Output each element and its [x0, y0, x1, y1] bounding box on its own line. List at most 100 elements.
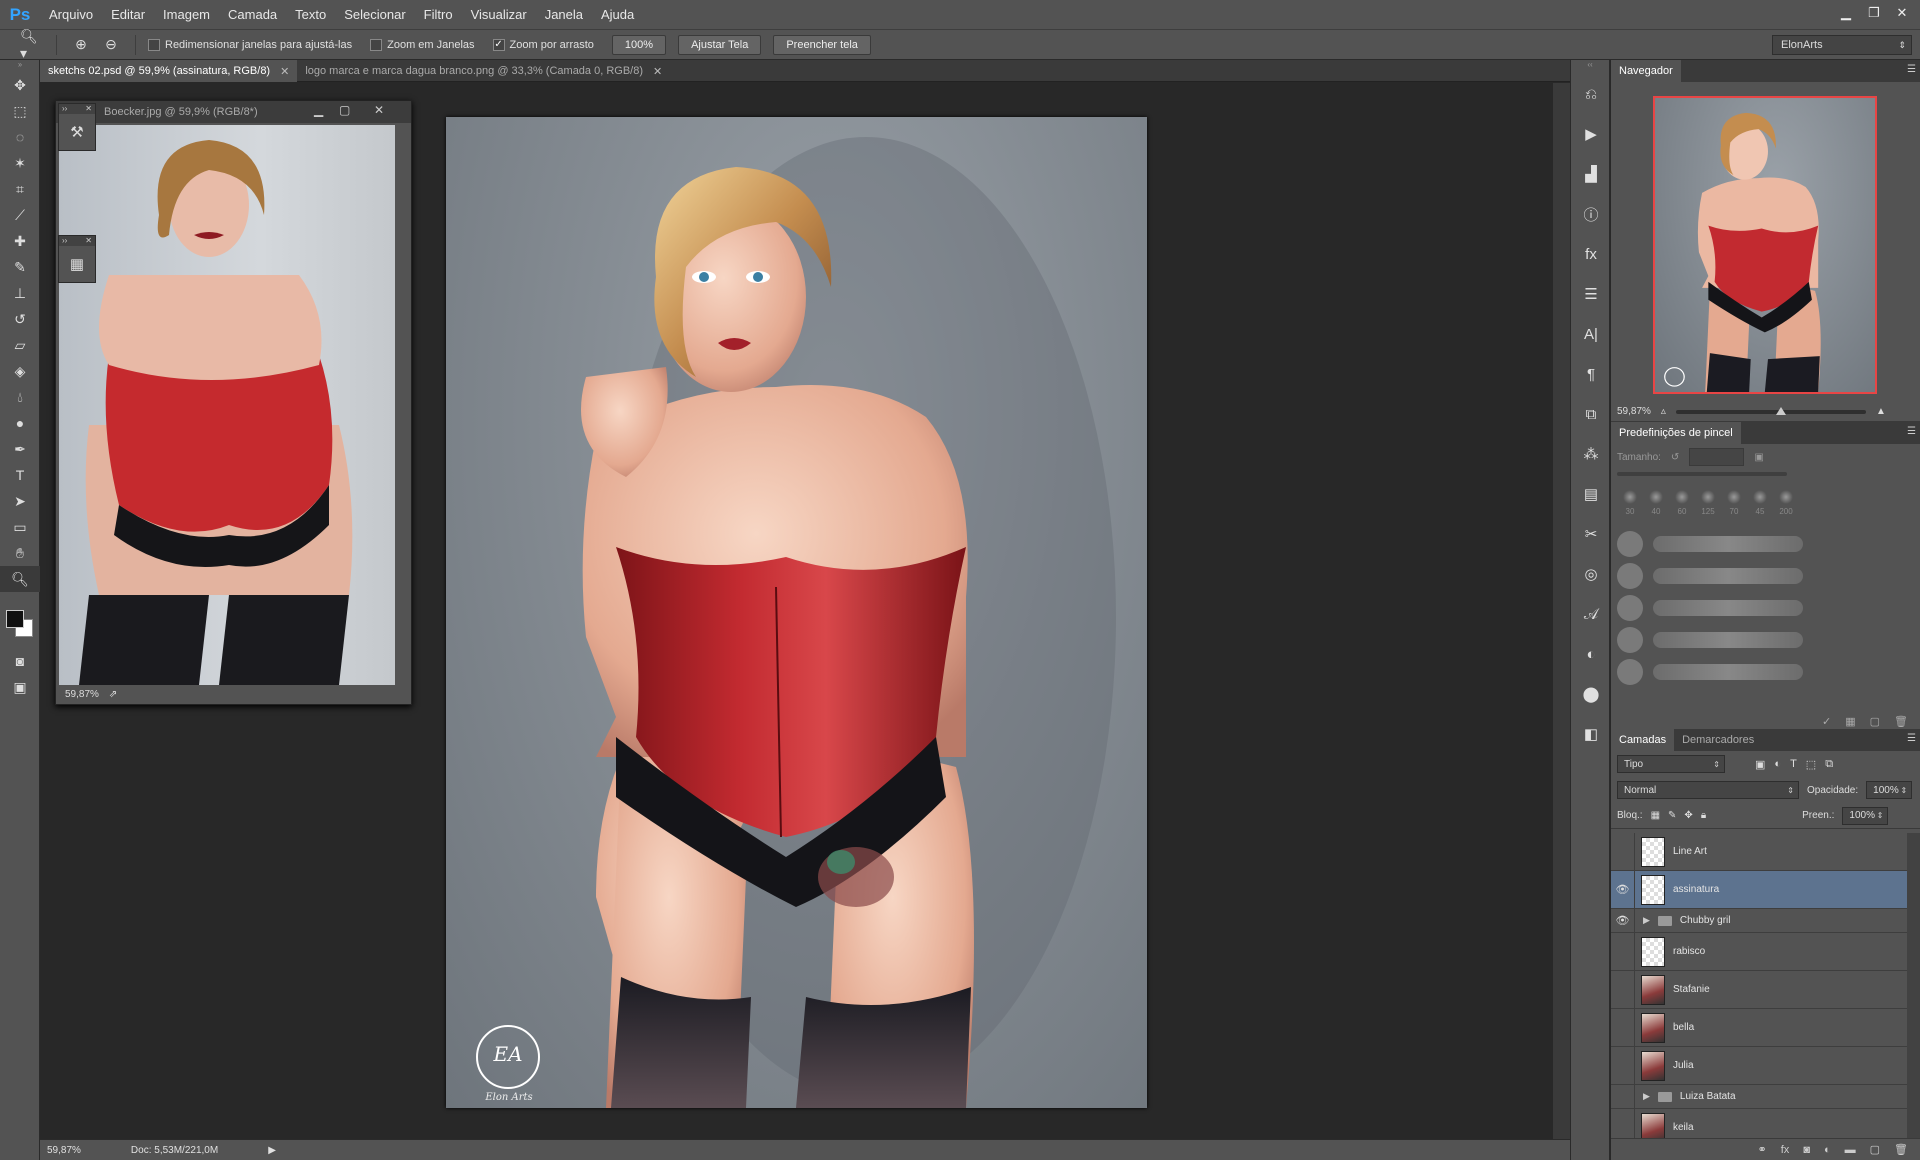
brush-preset[interactable]: 60: [1675, 490, 1689, 516]
menu-imagem[interactable]: Imagem: [154, 0, 219, 29]
layer-row[interactable]: Julia: [1611, 1047, 1907, 1085]
tool-preset-icon[interactable]: ⚒: [59, 114, 95, 150]
mask-icon[interactable]: ◙: [1803, 1144, 1810, 1156]
canvas-scrollbar[interactable]: [1553, 83, 1570, 1139]
brush-stroke-preview[interactable]: [1611, 528, 1920, 560]
crop-tool-icon[interactable]: ⌗: [0, 176, 40, 202]
share-icon[interactable]: ⇗: [109, 689, 117, 700]
lasso-tool-icon[interactable]: ◌: [0, 124, 40, 150]
zoom-in-icon[interactable]: ⊕: [69, 34, 93, 56]
paint-bucket-icon[interactable]: ◈: [0, 358, 40, 384]
menu-camada[interactable]: Camada: [219, 0, 286, 29]
image-filter-icon[interactable]: ▣: [1755, 758, 1765, 771]
panel-grip-icon[interactable]: ››: [0, 60, 39, 72]
expand-arrow-icon[interactable]: ▶: [1643, 915, 1650, 926]
visibility-toggle[interactable]: [1611, 1047, 1635, 1084]
document-canvas[interactable]: EA Elon Arts: [446, 117, 1147, 1108]
history-brush-icon[interactable]: ↺: [0, 306, 40, 332]
layer-row[interactable]: rabisco: [1611, 933, 1907, 971]
type-filter-icon[interactable]: T: [1790, 758, 1797, 771]
close-icon[interactable]: ✕: [85, 236, 92, 246]
close-icon[interactable]: ✕: [1888, 2, 1916, 24]
lock-pixels-icon[interactable]: ✎: [1668, 810, 1676, 821]
actions-play-icon[interactable]: ▶: [1571, 114, 1611, 154]
layer-filter-select[interactable]: Tipo: [1617, 755, 1725, 773]
close-icon[interactable]: ✕: [85, 104, 92, 114]
brush-preset[interactable]: 30: [1623, 490, 1637, 516]
layer-row-selected[interactable]: 👁︎ assinatura: [1611, 871, 1907, 909]
opacity-input[interactable]: 100%: [1866, 781, 1913, 799]
eye-icon[interactable]: 👁︎: [1611, 871, 1635, 908]
reset-icon[interactable]: ↺: [1671, 452, 1679, 463]
expand-arrow-icon[interactable]: ▶: [1643, 1091, 1650, 1102]
clone-source-icon[interactable]: ⧉: [1571, 394, 1611, 434]
tab-camadas[interactable]: Camadas: [1611, 729, 1675, 751]
grid-icon[interactable]: ▦: [59, 246, 95, 282]
blur-tool-icon[interactable]: 💧︎: [0, 384, 40, 410]
lock-position-icon[interactable]: ✥: [1684, 810, 1692, 821]
trash-icon[interactable]: 🗑︎: [1894, 715, 1908, 728]
brush-stroke-preview[interactable]: [1611, 624, 1920, 656]
menu-arquivo[interactable]: Arquivo: [40, 0, 102, 29]
menu-janela[interactable]: Janela: [536, 0, 592, 29]
brush-preset[interactable]: 200: [1779, 490, 1793, 516]
pen-tool-icon[interactable]: ✒: [0, 436, 40, 462]
menu-filtro[interactable]: Filtro: [415, 0, 462, 29]
eyedropper-icon[interactable]: ⟋: [0, 202, 40, 228]
eraser-icon[interactable]: ▱: [0, 332, 40, 358]
brush-tool-icon[interactable]: ✎: [0, 254, 40, 280]
visibility-toggle[interactable]: [1611, 833, 1635, 870]
visibility-toggle[interactable]: [1611, 1009, 1635, 1046]
floating-document-window[interactable]: Boecker.jpg @ 59,9% (RGB/8*) ▁ ▢ ✕ 59,87…: [55, 100, 412, 705]
floating-window-titlebar[interactable]: Boecker.jpg @ 59,9% (RGB/8*) ▁ ▢ ✕: [56, 101, 411, 123]
checkmark-icon[interactable]: ✓: [492, 38, 505, 51]
glyphs-icon[interactable]: 𝒜: [1571, 594, 1611, 634]
zoom-tool-icon[interactable]: 🔍︎: [0, 566, 40, 592]
visibility-toggle[interactable]: [1611, 933, 1635, 970]
styles-icon[interactable]: fx: [1571, 234, 1611, 274]
smart-object-filter-icon[interactable]: ⧉: [1825, 758, 1833, 771]
tab-sketchs[interactable]: sketchs 02.psd @ 59,9% (assinatura, RGB/…: [40, 60, 298, 82]
adjustment-layer-icon[interactable]: ◐: [1824, 1144, 1831, 1156]
navigator-zoom-slider[interactable]: [1675, 406, 1866, 415]
info-icon[interactable]: ⓘ: [1571, 194, 1611, 234]
mini-panel-swatches[interactable]: ›› ✕ ▦: [58, 235, 96, 283]
character-icon[interactable]: A|: [1571, 314, 1611, 354]
adjustments-icon[interactable]: ☰: [1571, 274, 1611, 314]
dodge-tool-icon[interactable]: ●: [0, 410, 40, 436]
history-icon[interactable]: ⎌: [1571, 74, 1611, 114]
scrubby-zoom-checkbox[interactable]: ✓ Zoom por arrasto: [492, 38, 594, 51]
minimize-icon[interactable]: ▁: [314, 103, 323, 117]
zoom-tool-preset-icon[interactable]: 🔍︎▾: [20, 28, 44, 61]
layer-group-row[interactable]: ▶ Luiza Batata: [1611, 1085, 1907, 1109]
menu-selecionar[interactable]: Selecionar: [335, 0, 414, 29]
layer-row[interactable]: Stafanie: [1611, 971, 1907, 1009]
swatches-icon[interactable]: ⬤: [1571, 674, 1611, 714]
navigator-zoom-value[interactable]: 59,87%: [1617, 406, 1651, 417]
close-icon[interactable]: ✕: [653, 65, 662, 78]
fill-input[interactable]: 100%: [1842, 806, 1889, 825]
tab-predefinicoes-de-pincel[interactable]: Predefinições de pincel: [1611, 422, 1741, 444]
expand-icon[interactable]: ››: [62, 236, 67, 246]
menu-ajuda[interactable]: Ajuda: [592, 0, 643, 29]
workspace-select[interactable]: ElonArts: [1772, 35, 1912, 55]
zoom-out-mountain-icon[interactable]: ▵: [1661, 406, 1666, 417]
tool-presets-icon[interactable]: ✂: [1571, 514, 1611, 554]
brush-stroke-preview[interactable]: [1611, 592, 1920, 624]
brush-stroke-preview[interactable]: [1611, 560, 1920, 592]
color-icon[interactable]: ◐: [1571, 634, 1611, 674]
zoom-100-button[interactable]: 100%: [611, 34, 667, 55]
status-menu-arrow-icon[interactable]: ▶: [268, 1145, 276, 1156]
panel-grip-icon[interactable]: ‹‹: [1571, 60, 1609, 74]
navigator-thumbnail[interactable]: [1653, 96, 1877, 394]
brush-size-input[interactable]: [1689, 448, 1745, 466]
new-layer-icon[interactable]: ▢: [1870, 1143, 1880, 1156]
checkbox-box[interactable]: [148, 38, 160, 51]
adjustment-filter-icon[interactable]: ◐: [1774, 758, 1781, 771]
rectangle-tool-icon[interactable]: ▭: [0, 514, 40, 540]
type-tool-icon[interactable]: T: [0, 462, 40, 488]
close-icon[interactable]: ✕: [280, 65, 289, 78]
tab-logo[interactable]: logo marca e marca dagua branco.png @ 33…: [297, 60, 670, 82]
layer-row[interactable]: bella: [1611, 1009, 1907, 1047]
visibility-toggle[interactable]: [1611, 1109, 1635, 1138]
